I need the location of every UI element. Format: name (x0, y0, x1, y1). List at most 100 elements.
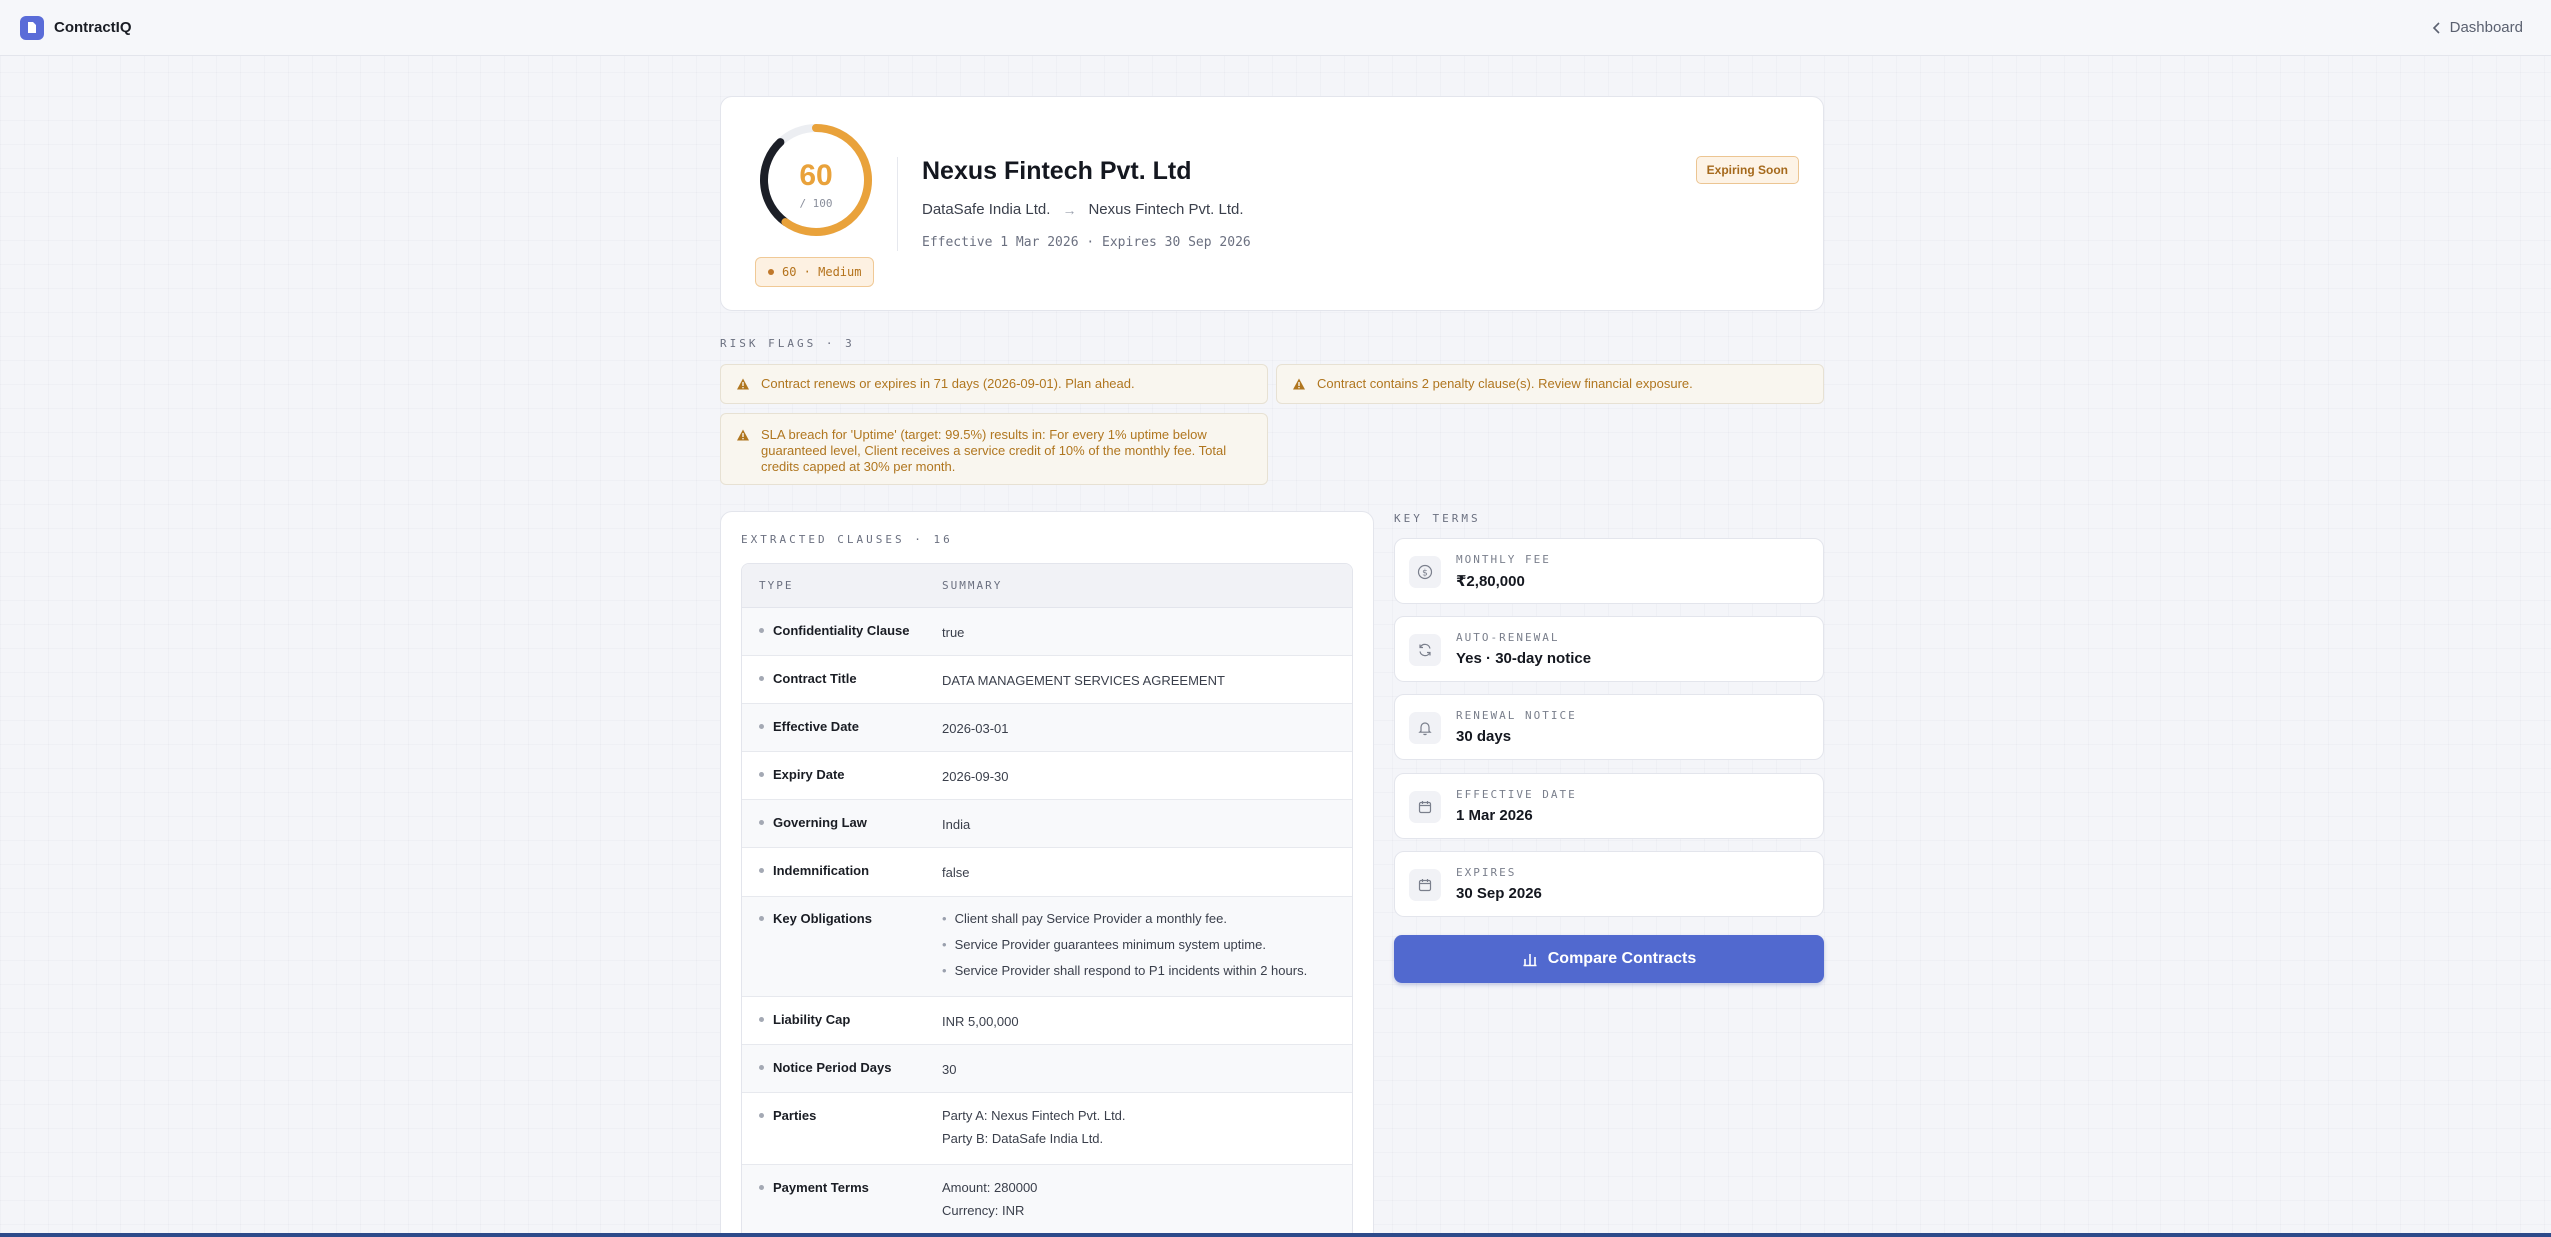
back-to-dashboard-link[interactable]: Dashboard (2432, 19, 2523, 36)
bullet-dot-icon (759, 868, 764, 873)
contract-dates: Effective 1 Mar 2026 · Expires 30 Sep 20… (922, 235, 1251, 250)
risk-flag-text: Contract contains 2 penalty clause(s). R… (1317, 376, 1693, 391)
table-row[interactable]: Indemnification false (742, 848, 1352, 897)
table-row[interactable]: Liability Cap INR 5,00,000 (742, 997, 1352, 1045)
clause-summary: Amount: 280000 Currency: INR (942, 1180, 1038, 1218)
header-divider (897, 157, 898, 251)
clause-type: Liability Cap (742, 1012, 942, 1044)
clause-type-label: Governing Law (773, 815, 867, 830)
risk-flags-label: RISK FLAGS · 3 (720, 337, 855, 350)
compare-button-label: Compare Contracts (1547, 950, 1697, 967)
key-term-effective-date: EFFECTIVE DATE 1 Mar 2026 (1394, 773, 1824, 839)
key-term-monthly-fee: $ MONTHLY FEE ₹2,80,000 (1394, 538, 1824, 604)
bullet-dot-icon (759, 1113, 764, 1118)
risk-score-value: 60 (799, 159, 833, 192)
column-header-summary: SUMMARY (942, 579, 1003, 592)
term-value: ₹2,80,000 (1456, 573, 1525, 590)
app-name: ContractIQ (54, 19, 132, 36)
clause-type-label: Payment Terms (773, 1180, 869, 1195)
risk-flag: Contract contains 2 penalty clause(s). R… (1276, 364, 1824, 404)
column-header-type: TYPE (759, 579, 794, 592)
back-link-label: Dashboard (2449, 19, 2523, 36)
clause-type-label: Notice Period Days (773, 1060, 892, 1075)
bullet-dot-icon (759, 1017, 764, 1022)
clause-type-label: Indemnification (773, 863, 870, 878)
bar-chart-icon (1523, 954, 1537, 967)
clause-type: Key Obligations (742, 911, 942, 996)
status-badge: Expiring Soon (1695, 156, 1799, 184)
calendar-icon (1409, 791, 1441, 823)
term-value: 30 Sep 2026 (1456, 885, 1542, 902)
brand[interactable]: ContractIQ (20, 15, 132, 40)
clause-type: Notice Period Days (742, 1060, 942, 1092)
term-label: MONTHLY FEE (1456, 553, 1551, 566)
risk-level-pill: 60 · Medium (755, 257, 875, 287)
clauses-table: TYPE SUMMARY Confidentiality Clause true… (741, 563, 1353, 1237)
warning-icon (737, 429, 749, 441)
clause-type: Payment Terms (742, 1180, 942, 1237)
clause-type: Confidentiality Clause (742, 623, 942, 655)
bullet-dot-icon (759, 676, 764, 681)
table-row[interactable]: Confidentiality Clause true (742, 608, 1352, 656)
clause-type: Governing Law (742, 815, 942, 847)
term-value: 30 days (1456, 728, 1512, 745)
bullet-dot-icon (759, 820, 764, 825)
obligation-item: • Service Provider guarantees minimum sys… (942, 937, 1266, 952)
table-row[interactable]: Effective Date 2026-03-01 (742, 704, 1352, 752)
bullet-dot-icon (759, 1185, 764, 1190)
table-row[interactable]: Parties Party A: Nexus Fintech Pvt. Ltd.… (742, 1093, 1352, 1165)
clause-type-label: Liability Cap (773, 1012, 851, 1027)
compare-contracts-button[interactable]: Compare Contracts (1394, 935, 1824, 983)
warning-icon (737, 378, 749, 390)
clause-type: Indemnification (742, 863, 942, 896)
term-label: EXPIRES (1456, 866, 1517, 879)
arrow-right-icon: → (1062, 201, 1077, 218)
extracted-clauses-card: EXTRACTED CLAUSES · 16 TYPE SUMMARY Conf… (720, 511, 1374, 1237)
clauses-label: EXTRACTED CLAUSES · 16 (741, 533, 953, 546)
clause-type-label: Key Obligations (773, 911, 872, 926)
obligation-item: • Client shall pay Service Provider a mon… (942, 911, 1227, 926)
table-row[interactable]: Payment Terms Amount: 280000 Currency: I… (742, 1165, 1352, 1237)
clause-type-label: Parties (773, 1108, 817, 1123)
bullet-dot-icon (759, 916, 764, 921)
clause-summary: 2026-03-01 (942, 721, 1009, 736)
table-header: TYPE SUMMARY (742, 564, 1352, 608)
party-to: Nexus Fintech Pvt. Ltd. (1088, 201, 1244, 218)
bullet-dot-icon (759, 628, 764, 633)
term-label: EFFECTIVE DATE (1456, 788, 1577, 801)
contract-title: Nexus Fintech Pvt. Ltd (922, 157, 1192, 185)
clause-summary: 30 (942, 1062, 957, 1077)
bell-icon (1409, 712, 1441, 744)
party-from: DataSafe India Ltd. (922, 201, 1051, 218)
table-row[interactable]: Key Obligations • Client shall pay Servic… (742, 897, 1352, 997)
parties-line: DataSafe India Ltd. → Nexus Fintech Pvt.… (922, 201, 1244, 218)
clause-type: Parties (742, 1108, 942, 1164)
clause-type-label: Expiry Date (773, 767, 845, 782)
term-value: 1 Mar 2026 (1456, 807, 1533, 824)
risk-score-max: / 100 (799, 197, 833, 210)
table-row[interactable]: Notice Period Days 30 (742, 1045, 1352, 1093)
clause-type-label: Contract Title (773, 671, 857, 686)
risk-flag-text: Contract renews or expires in 71 days (2… (761, 376, 1135, 391)
clause-type: Contract Title (742, 671, 942, 703)
bullet-dot-icon (759, 724, 764, 729)
table-body: Confidentiality Clause true Contract Tit… (742, 608, 1352, 1237)
table-row[interactable]: Governing Law India (742, 800, 1352, 848)
key-term-renewal-notice: RENEWAL NOTICE 30 days (1394, 694, 1824, 760)
risk-flag: Contract renews or expires in 71 days (2… (720, 364, 1268, 404)
contract-header-card: 60 / 100 60 · Medium Nexus Fintech Pvt. … (720, 96, 1824, 311)
warning-icon (1293, 378, 1305, 390)
calendar-icon (1409, 869, 1441, 901)
table-row[interactable]: Contract Title DATA MANAGEMENT SERVICES … (742, 656, 1352, 704)
clause-summary: DATA MANAGEMENT SERVICES AGREEMENT (942, 673, 1225, 688)
clause-type: Expiry Date (742, 767, 942, 799)
risk-flag-text: SLA breach for 'Uptime' (target: 99.5%) … (761, 427, 1227, 474)
svg-text:$: $ (1422, 569, 1428, 579)
table-row[interactable]: Expiry Date 2026-09-30 (742, 752, 1352, 800)
key-terms-label: KEY TERMS (1394, 512, 1481, 525)
refresh-icon (1409, 634, 1441, 666)
risk-dot-icon (768, 269, 774, 275)
key-term-expires: EXPIRES 30 Sep 2026 (1394, 851, 1824, 917)
top-bar: ContractIQ Dashboard (0, 0, 2551, 56)
clause-type-label: Effective Date (773, 719, 859, 734)
